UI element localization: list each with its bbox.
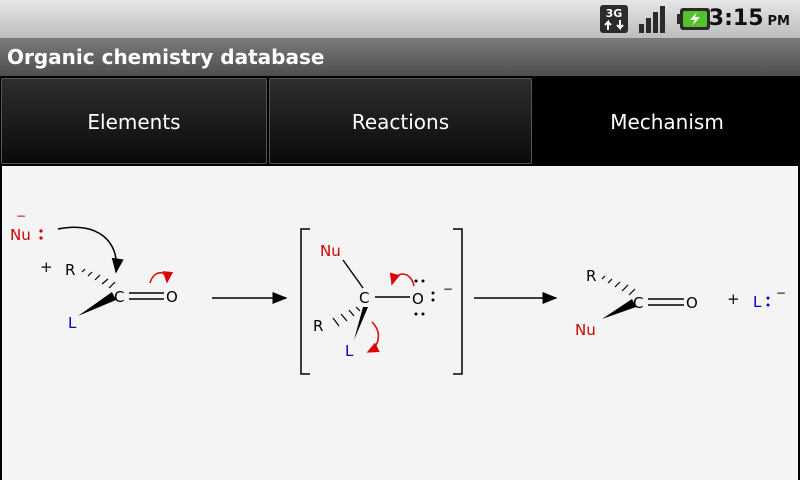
3g-data-icon: 3G (600, 5, 628, 33)
product-carbon: C (633, 294, 643, 312)
reactant-plus: + (40, 258, 53, 276)
intermediate-carbon: C (359, 289, 369, 307)
nucleophile-charge: − (16, 209, 26, 223)
intermediate-oxygen: O (412, 290, 424, 308)
mechanism-content: − Nu + R L C O Nu C O − R L R Nu C O + L… (2, 166, 798, 480)
app-title: Organic chemistry database (7, 45, 325, 69)
intermediate-nu-label: Nu (320, 242, 341, 260)
reaction-mechanism-scheme: − Nu + R L C O Nu C O − R L R Nu C O + L… (10, 209, 786, 375)
tab-reactions[interactable]: Reactions (269, 78, 532, 164)
reactant-l-label: L (68, 314, 77, 332)
tab-elements[interactable]: Elements (1, 78, 267, 164)
leaving-group-label: L (753, 293, 762, 311)
reactant-oxygen: O (166, 288, 178, 306)
intermediate-r-label: R (313, 317, 323, 335)
status-bar: 3G 3:15 PM (0, 0, 800, 38)
signal-strength-icon (639, 6, 665, 33)
svg-text:3G: 3G (606, 7, 623, 20)
leaving-group-charge: − (776, 286, 786, 300)
nucleophile-label: Nu (10, 226, 31, 244)
app-title-bar: Organic chemistry database (0, 38, 800, 76)
battery-charging-icon (677, 8, 710, 30)
intermediate-oxygen-charge: − (443, 282, 453, 296)
tab-bar: Elements Reactions Mechanism (0, 76, 800, 166)
status-clock: 3:15 PM (708, 6, 790, 31)
tab-mechanism[interactable]: Mechanism (534, 78, 800, 164)
carbonyl-arrow (149, 271, 174, 284)
reform-carbonyl-arrow (389, 272, 415, 287)
product-group: R Nu C O + L − (575, 267, 786, 339)
product-nu-label: Nu (575, 321, 596, 339)
reactant-r-label: R (65, 261, 75, 279)
product-oxygen: O (686, 294, 698, 312)
tetrahedral-intermediate: Nu C O − R L (300, 228, 463, 375)
reactant-group: − Nu + R L C O (10, 209, 178, 332)
product-plus: + (727, 290, 740, 308)
reactant-carbon: C (114, 288, 124, 306)
intermediate-l-label: L (345, 342, 354, 360)
leaving-group-arrow (366, 321, 380, 353)
product-r-label: R (586, 267, 596, 285)
